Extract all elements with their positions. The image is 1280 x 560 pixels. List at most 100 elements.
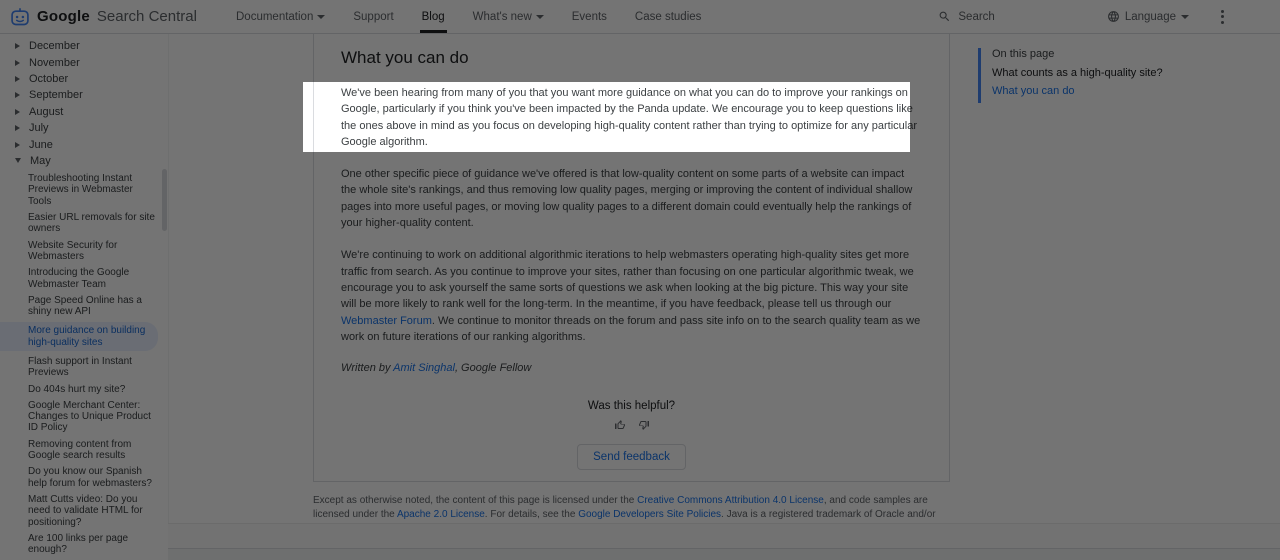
nav-item-blog[interactable]: Blog [408, 0, 459, 33]
blog-archive-sidebar: December November October September Augu… [0, 33, 169, 560]
nav-label: Blog [421, 10, 445, 23]
article-paragraph: We're continuing to work on additional a… [341, 247, 921, 345]
toc-item-active[interactable]: What you can do [992, 85, 1163, 97]
page: Google Search Central Documentation Supp… [0, 0, 1280, 560]
logo-brand-text: Google [37, 8, 90, 25]
search-label: Search [958, 10, 995, 23]
thumbs-up-icon [614, 420, 625, 430]
nav-label: Case studies [634, 10, 702, 23]
month-label: December [29, 40, 80, 53]
sidebar-month-june[interactable]: June [0, 136, 168, 152]
byline: Written by Amit Singhal, Google Fellow [341, 362, 921, 374]
license-segment: . For details, see the [484, 508, 579, 520]
nav-item-documentation[interactable]: Documentation [222, 0, 339, 33]
sidebar-post[interactable]: Do 404s hurt my site? [0, 384, 168, 395]
robot-logo-icon [11, 7, 29, 25]
on-this-page-nav: On this page What counts as a high-quali… [978, 48, 1163, 103]
nav-item-events[interactable]: Events [558, 0, 621, 33]
sidebar-post[interactable]: Google Merchant Center: Changes to Uniqu… [0, 400, 168, 434]
chevron-right-icon [15, 125, 20, 132]
thumbs-down-icon [638, 421, 649, 431]
sidebar-post-active[interactable]: More guidance on building high-quality s… [0, 322, 158, 351]
nav-item-whats-new[interactable]: What's new [459, 0, 558, 33]
globe-icon [1107, 11, 1119, 22]
nav-label: Support [353, 10, 394, 23]
search-central-logo[interactable]: Google Search Central [0, 7, 222, 27]
sidebar-month-may-expanded[interactable]: May [0, 153, 168, 169]
sidebar-post[interactable]: Page Speed Online has a shiny new API [0, 295, 168, 318]
footer-band-upper [168, 523, 1280, 549]
sidebar-post[interactable]: Introducing the Google Webmaster Team [0, 267, 168, 290]
thumb-buttons [314, 419, 949, 431]
thumbs-up-button[interactable] [614, 419, 626, 431]
chevron-right-icon [15, 108, 20, 115]
sidebar-month-december[interactable]: December [0, 38, 168, 54]
chevron-down-icon [317, 14, 326, 19]
site-policies-link[interactable]: Google Developers Site Policies [578, 509, 721, 520]
month-label: May [30, 154, 51, 167]
byline-text: , Google Fellow [454, 362, 532, 375]
primary-nav: Documentation Support Blog What's new Ev… [222, 0, 715, 33]
language-label: Language [1124, 10, 1176, 23]
search-icon [940, 11, 950, 22]
chevron-right-icon [15, 92, 20, 99]
toc-title: On this page [992, 48, 1055, 60]
webmaster-forum-link[interactable]: Webmaster Forum [341, 315, 432, 327]
month-label: September [29, 89, 83, 102]
sidebar-scrollbar-thumb[interactable] [162, 169, 167, 231]
chevron-right-icon [15, 141, 20, 148]
sidebar-month-october[interactable]: October [0, 71, 168, 87]
sidebar-post[interactable]: Matt Cutts video: Do you need to validat… [0, 494, 168, 528]
author-link[interactable]: Amit Singhal [393, 362, 455, 374]
toc-item[interactable]: What counts as a high-quality site? [992, 67, 1163, 79]
chevron-right-icon [15, 43, 20, 50]
sidebar-month-november[interactable]: November [0, 54, 168, 70]
chevron-right-icon [15, 75, 20, 82]
month-label: June [29, 138, 53, 151]
sidebar-month-august[interactable]: August [0, 104, 168, 120]
month-label: July [29, 122, 49, 135]
nav-item-support[interactable]: Support [339, 0, 407, 33]
article-paragraph: One other specific piece of guidance we'… [341, 168, 913, 230]
sidebar-month-september[interactable]: September [0, 87, 168, 103]
helpful-question: Was this helpful? [587, 400, 676, 413]
paragraph-text: We're continuing to work on additional a… [341, 249, 914, 311]
byline-text: Written by [341, 362, 394, 375]
top-nav-bar: Google Search Central Documentation Supp… [0, 0, 1280, 34]
nav-item-case-studies[interactable]: Case studies [621, 0, 715, 33]
sidebar-post[interactable]: Troubleshooting Instant Previews in Webm… [0, 173, 168, 207]
thumbs-down-button[interactable] [638, 419, 650, 431]
sidebar-post[interactable]: Flash support in Instant Previews [0, 356, 168, 379]
sidebar-post[interactable]: Do you know our Spanish help forum for w… [0, 466, 168, 489]
month-label: October [29, 72, 69, 85]
logo-product-text: Search Central [96, 8, 197, 25]
month-label: August [29, 105, 64, 118]
month-label: November [29, 56, 80, 69]
article-card: What you can do We've been hearing from … [313, 33, 950, 482]
section-heading: What you can do [341, 48, 469, 67]
month-list: December November October September Augu… [0, 33, 168, 169]
chevron-down-icon [15, 158, 21, 164]
footer-band-lower [168, 548, 1280, 560]
chevron-right-icon [15, 59, 20, 66]
sidebar-month-july[interactable]: July [0, 120, 168, 136]
sidebar-post[interactable]: Website Security for Webmasters [0, 240, 168, 263]
send-feedback-button[interactable]: Send feedback [577, 444, 686, 471]
chevron-down-icon [535, 14, 544, 19]
apache-license-link[interactable]: Apache 2.0 License [397, 509, 485, 520]
feedback-block: Was this helpful? Send feedback [314, 400, 949, 471]
license-segment: Except as otherwise noted, the content o… [313, 495, 638, 506]
language-selector[interactable]: Language [1107, 10, 1189, 23]
sidebar-post[interactable]: Removing content from Google search resu… [0, 439, 168, 462]
nav-label: Events [571, 10, 607, 23]
chevron-down-icon [1181, 14, 1189, 19]
header-actions: Search Language [938, 6, 1280, 28]
sidebar-post[interactable]: Are 100 links per page enough? [0, 533, 168, 556]
post-list: Troubleshooting Instant Previews in Webm… [0, 173, 168, 560]
more-options-button[interactable] [1217, 6, 1228, 28]
cc-license-link[interactable]: Creative Commons Attribution 4.0 License [637, 495, 824, 506]
search-button[interactable]: Search [938, 10, 995, 23]
sidebar-post[interactable]: Easier URL removals for site owners [0, 212, 168, 235]
nav-label: What's new [472, 10, 532, 23]
nav-label: Documentation [236, 10, 314, 23]
